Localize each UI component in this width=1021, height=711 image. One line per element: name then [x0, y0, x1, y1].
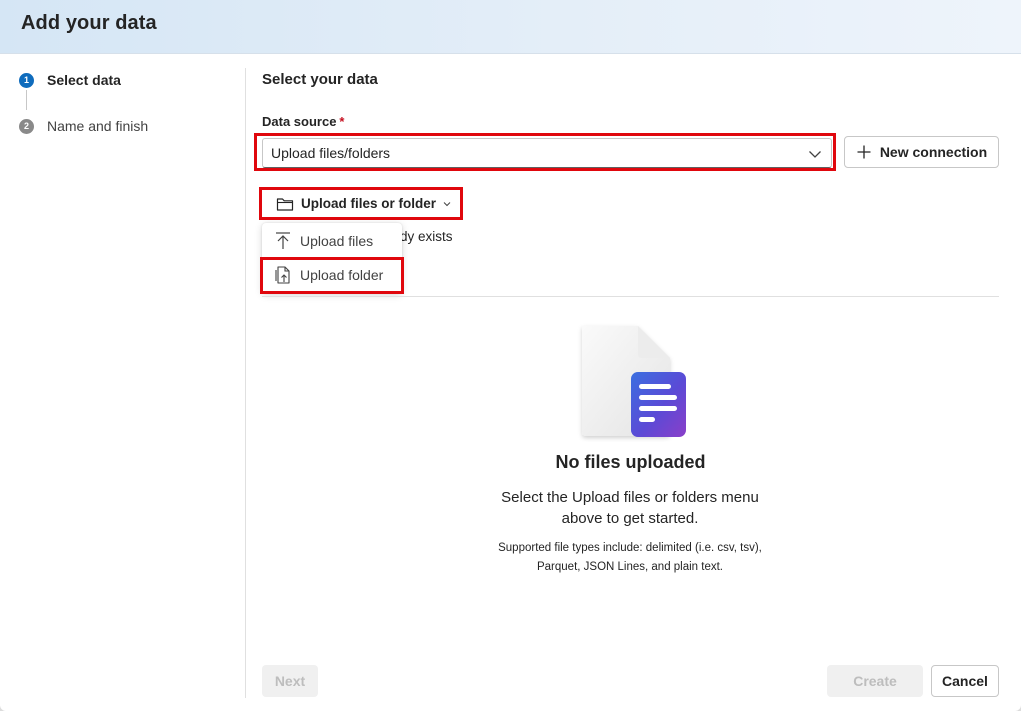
horizontal-divider: [262, 296, 999, 297]
highlight-box: [260, 257, 404, 294]
new-connection-button[interactable]: New connection: [844, 136, 999, 168]
step-label: Select data: [47, 72, 121, 88]
empty-state-title: No files uploaded: [555, 452, 706, 472]
highlight-box: [254, 133, 836, 171]
data-source-label: Data source *: [262, 114, 345, 129]
step-select-data[interactable]: 1 Select data: [19, 72, 121, 88]
step-number: 2: [19, 118, 34, 134]
menu-item-label: Upload files: [300, 233, 374, 249]
new-connection-label: New connection: [879, 144, 988, 160]
supported-file-types-note: Supported file types include: delimited …: [498, 542, 762, 573]
empty-state-description: Select the Upload files or folders menu …: [501, 489, 759, 527]
next-button[interactable]: Next: [262, 665, 318, 697]
vertical-divider: [245, 68, 246, 698]
step-label: Name and finish: [47, 118, 149, 134]
dialog-title: Add your data: [21, 12, 157, 34]
cancel-button[interactable]: Cancel: [931, 665, 999, 697]
add-data-dialog: Add your data 1 Select data 2 Name and f…: [0, 0, 1021, 711]
document-illustration-icon: [582, 326, 686, 437]
arrow-up-icon: [276, 232, 290, 249]
plus-icon: [857, 145, 871, 159]
step-name-and-finish[interactable]: 2 Name and finish: [19, 118, 148, 134]
obscured-text: dy exists: [400, 229, 453, 244]
highlight-box: [259, 187, 463, 220]
step-number: 1: [19, 72, 34, 88]
step-connector: [26, 90, 27, 110]
section-title: Select your data: [262, 71, 378, 88]
create-button[interactable]: Create: [827, 665, 923, 697]
dialog-header: Add your data: [0, 0, 1021, 54]
menu-item-upload-files[interactable]: Upload files: [262, 224, 402, 258]
required-marker: *: [339, 114, 345, 129]
